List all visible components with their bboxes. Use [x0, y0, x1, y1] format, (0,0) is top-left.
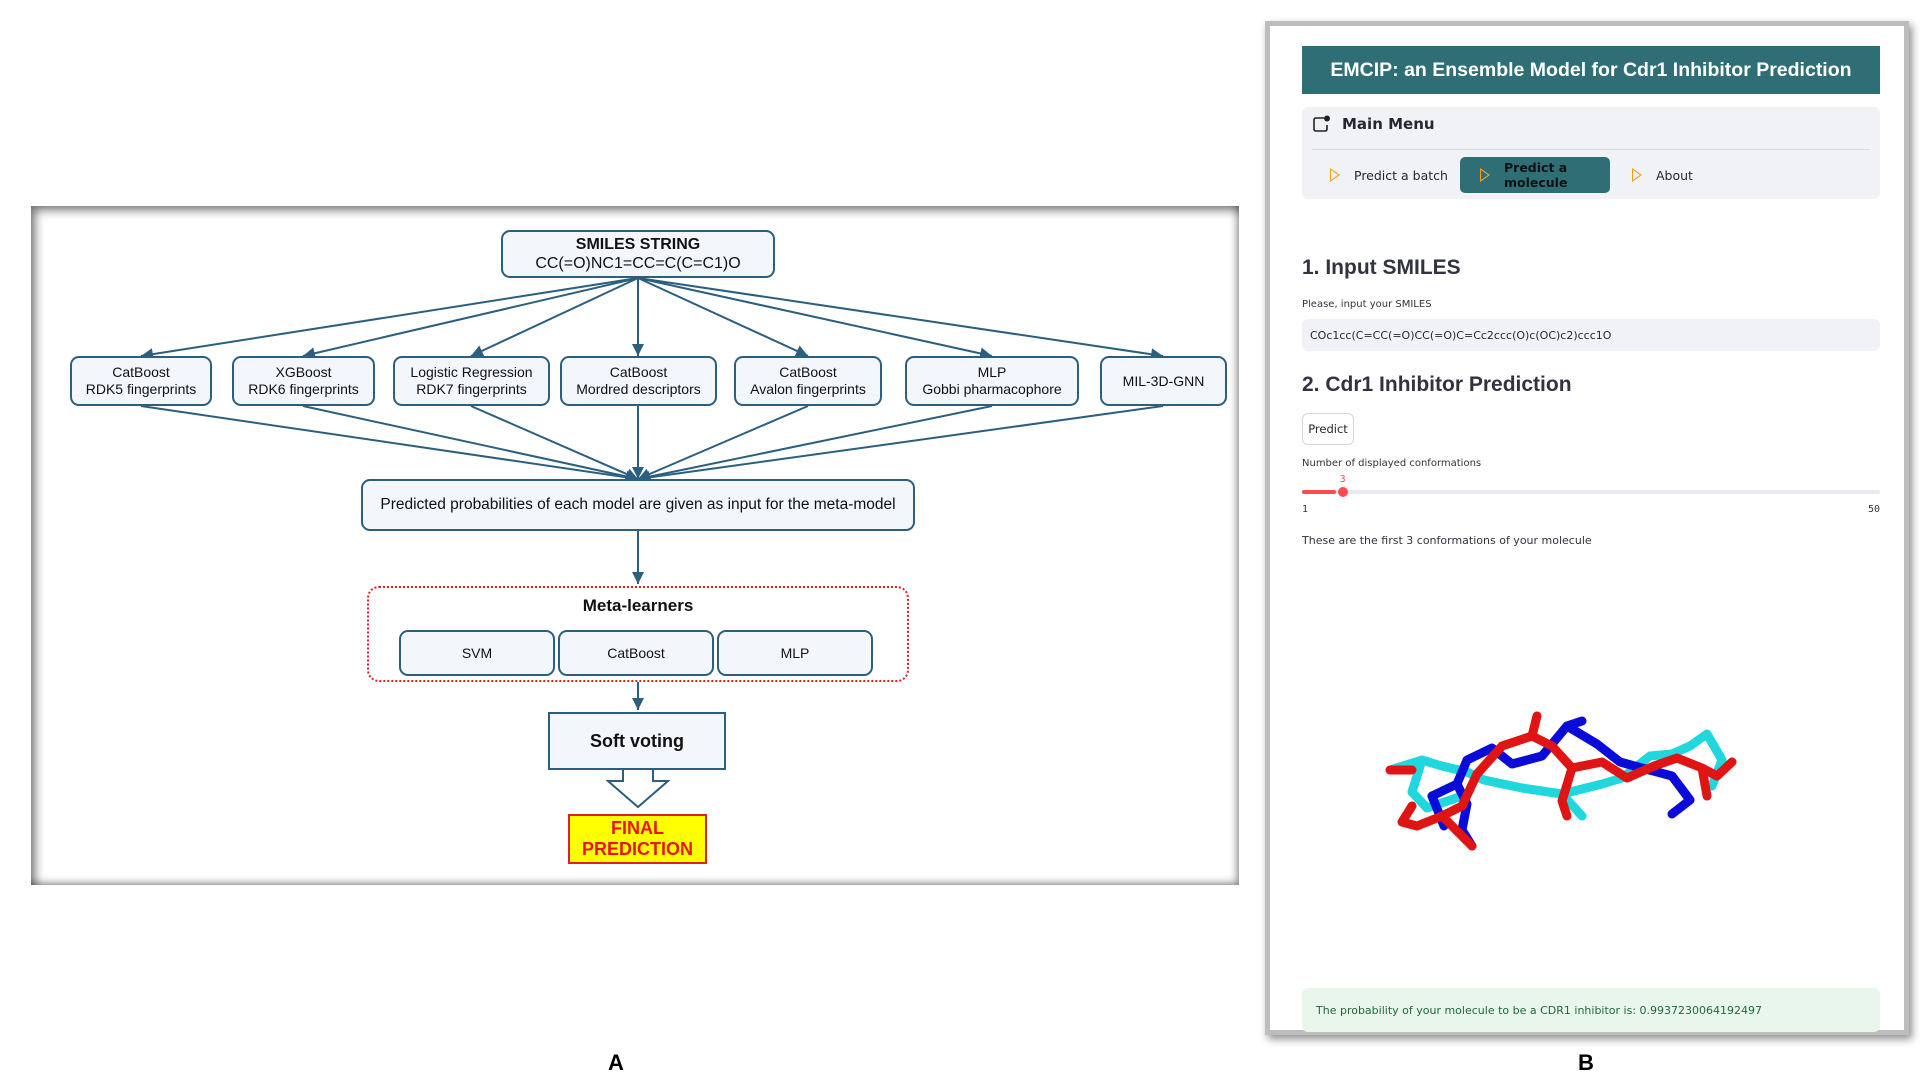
edge-smiles-to-model [637, 277, 993, 360]
base-model-features: RDK6 fingerprints [248, 381, 359, 397]
smiles-input-label: Please, input your SMILES [1302, 299, 1432, 310]
predict-button[interactable]: Predict [1302, 413, 1354, 445]
soft-voting-node: Soft voting [548, 712, 726, 770]
slider-max-label: 50 [1867, 504, 1880, 515]
menu-header: Main Menu [1312, 115, 1435, 133]
menu-item-label: Predict a batch [1354, 167, 1448, 183]
meta-input-text: Predicted probabilities of each model ar… [380, 495, 896, 513]
main-menu: Main Menu Predict a batch Predict a mole… [1302, 107, 1880, 199]
menu-item-predict-molecule[interactable]: Predict a molecule [1460, 157, 1610, 193]
slider-fill [1302, 490, 1336, 494]
menu-cast-icon [1313, 115, 1330, 132]
meta-input-node: Predicted probabilities of each model ar… [361, 479, 915, 531]
app-header: EMCIP: an Ensemble Model for Cdr1 Inhibi… [1302, 46, 1880, 94]
soft-voting-label: Soft voting [590, 730, 684, 751]
edge-smiles-to-model [637, 277, 1164, 361]
final-line1: FINAL [611, 818, 664, 838]
base-model-node: CatBoost Mordred descriptors [560, 356, 717, 406]
base-model-name: CatBoost [112, 364, 170, 381]
meta-learner-label: CatBoost [607, 644, 665, 661]
base-model-features: Gobbi pharmacophore [922, 381, 1062, 397]
prediction-result-text: The probability of your molecule to be a… [1316, 1003, 1763, 1017]
slider-label: Number of displayed conformations [1302, 458, 1482, 469]
base-model-name: CatBoost [609, 364, 668, 381]
base-model-features: RDK7 fingerprints [416, 381, 527, 397]
meta-learner-node: CatBoost [558, 630, 714, 676]
meta-learners-title: Meta-learners [582, 596, 694, 615]
meta-learner-node: MLP [717, 630, 873, 676]
edge-smiles-to-model [140, 277, 639, 361]
base-model-name: XGBoost [275, 364, 332, 381]
final-prediction-node: FINAL PREDICTION [568, 814, 707, 864]
menu-title: Main Menu [1342, 115, 1435, 133]
edge-model-to-meta [470, 405, 639, 480]
edge-model-to-meta [140, 405, 639, 484]
menu-divider [1312, 149, 1870, 150]
edge-model-to-meta [302, 405, 639, 483]
conformations-text: These are the first 3 conformations of y… [1302, 534, 1592, 547]
base-model-node: CatBoost RDK5 fingerprints [70, 356, 212, 406]
base-model-node: MLP Gobbi pharmacophore [905, 356, 1079, 406]
meta-learner-label: SVM [461, 644, 493, 661]
prediction-result-box: The probability of your molecule to be a… [1302, 988, 1880, 1032]
edge-smiles-to-model [470, 277, 639, 357]
base-model-features: Avalon fingerprints [750, 381, 866, 397]
base-model-node: XGBoost RDK6 fingerprints [232, 356, 375, 406]
panel-b-frame: EMCIP: an Ensemble Model for Cdr1 Inhibi… [1270, 26, 1904, 1032]
base-model-name: MLP [977, 364, 1007, 381]
emcip-app: EMCIP: an Ensemble Model for Cdr1 Inhibi… [1302, 46, 1880, 1032]
smiles-input[interactable] [1302, 319, 1880, 351]
meta-learner-label: MLP [780, 644, 810, 661]
down-arrow-icon [606, 770, 670, 809]
play-outline-icon [1480, 168, 1490, 182]
smiles-node-value: CC(=O)NC1=CC=C(C=C1)O [535, 255, 741, 272]
final-line2: PREDICTION [581, 839, 693, 859]
base-model-features: RDK5 fingerprints [85, 381, 197, 397]
slider-min-label: 1 [1302, 504, 1309, 515]
base-model-name: CatBoost [779, 364, 837, 381]
molecule-3d-viewer[interactable] [1372, 676, 1812, 876]
play-outline-icon [1632, 168, 1642, 182]
panel-b-label: B [1578, 1050, 1594, 1075]
panel-a-frame: SMILES STRING CC(=O)NC1=CC=C(C=C1)O CatB… [31, 206, 1239, 885]
base-model-name: Logistic Regression [410, 364, 533, 381]
base-model-node: Logistic Regression RDK7 fingerprints [393, 356, 550, 406]
smiles-string-node: SMILES STRING CC(=O)NC1=CC=C(C=C1)O [501, 230, 775, 278]
edge-smiles-to-model [302, 277, 639, 360]
edge-model-to-meta [637, 405, 993, 483]
base-model-features: Mordred descriptors [576, 381, 701, 397]
base-model-name: MIL-3D-GNN [1122, 372, 1205, 389]
base-model-node: CatBoost Avalon fingerprints [734, 356, 882, 406]
section-input-heading: 1. Input SMILES [1302, 256, 1461, 279]
menu-item-about[interactable]: About [1612, 157, 1762, 193]
slider-value-label: 3 [1339, 474, 1346, 485]
slider-track[interactable] [1302, 490, 1880, 494]
play-outline-icon [1330, 168, 1340, 182]
meta-learners-group: Meta-learners SVM CatBoost MLP [367, 586, 909, 682]
edge-model-to-meta [637, 405, 1164, 484]
section-prediction-heading: 2. Cdr1 Inhibitor Prediction [1302, 373, 1572, 396]
base-model-node: MIL-3D-GNN [1100, 356, 1227, 406]
menu-item-label: About [1656, 167, 1693, 183]
menu-item-predict-batch[interactable]: Predict a batch [1310, 157, 1460, 193]
menu-item-label: Predict a molecule [1504, 160, 1568, 190]
meta-learner-node: SVM [399, 630, 555, 676]
panel-a-label: A [608, 1050, 624, 1075]
smiles-node-title: SMILES STRING [575, 235, 701, 253]
conformations-slider[interactable]: 3 1 50 [1302, 474, 1880, 515]
app-title: EMCIP: an Ensemble Model for Cdr1 Inhibi… [1330, 58, 1852, 81]
slider-thumb[interactable] [1337, 487, 1348, 497]
